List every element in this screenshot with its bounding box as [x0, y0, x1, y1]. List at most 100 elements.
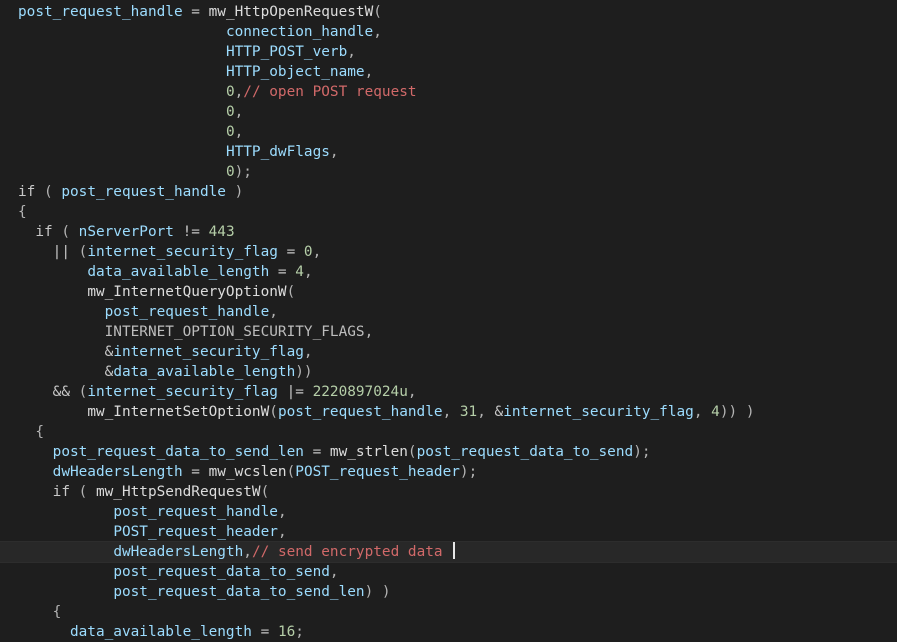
- code-token: 31: [459, 404, 478, 420]
- code-line[interactable]: if ( nServerPort != 443: [0, 222, 897, 242]
- code-line[interactable]: data_available_length = 4,: [0, 262, 897, 282]
- code-token: ,: [234, 84, 244, 100]
- code-token: ,: [329, 564, 339, 580]
- code-token: post_request_handle: [18, 4, 183, 20]
- code-token: !=: [173, 224, 209, 240]
- code-line[interactable]: HTTP_POST_verb,: [0, 42, 897, 62]
- code-line[interactable]: HTTP_dwFlags,: [0, 142, 897, 162]
- code-token: =: [182, 464, 209, 480]
- code-token: &: [104, 364, 114, 380]
- code-token: ,: [347, 44, 356, 60]
- code-token: =: [303, 444, 330, 460]
- code-token: ,: [364, 64, 374, 80]
- code-token: mw_InternetQueryOptionW: [87, 284, 287, 300]
- code-lines: post_request_handle = mw_HttpOpenRequest…: [0, 2, 897, 642]
- code-token: internet_security_flag: [113, 344, 304, 360]
- code-token: |=: [277, 384, 313, 400]
- code-line[interactable]: post_request_data_to_send_len) ): [0, 582, 897, 602]
- code-token: 4: [295, 264, 304, 280]
- code-line[interactable]: post_request_data_to_send_len = mw_strle…: [0, 442, 897, 462]
- code-token: mw_wcslen: [208, 464, 287, 480]
- code-token: if: [35, 224, 53, 240]
- code-line[interactable]: 0,// open POST request: [0, 82, 897, 102]
- code-line[interactable]: || (internet_security_flag = 0,: [0, 242, 897, 262]
- code-token: nServerPort: [78, 224, 174, 240]
- code-line[interactable]: {: [0, 202, 897, 222]
- code-line[interactable]: 0,: [0, 122, 897, 142]
- code-editor[interactable]: post_request_handle = mw_HttpOpenRequest…: [0, 0, 897, 642]
- code-token: HTTP_dwFlags: [225, 144, 330, 160]
- code-token: =: [251, 624, 278, 640]
- code-line[interactable]: HTTP_object_name,: [0, 62, 897, 82]
- code-token: ,: [329, 144, 339, 160]
- code-token: {: [52, 604, 62, 620]
- code-token: mw_InternetSetOptionW: [87, 404, 270, 420]
- code-token: );: [633, 444, 651, 460]
- code-token: post_request_data_to_send_len: [113, 584, 365, 600]
- code-token: post_request_data_to_send: [416, 444, 634, 460]
- code-token: 0: [303, 244, 313, 260]
- code-token: (: [69, 384, 88, 400]
- code-line[interactable]: data_available_length = 16;: [0, 622, 897, 642]
- code-line[interactable]: {: [0, 602, 897, 622]
- code-line[interactable]: dwHeadersLength = mw_wcslen(POST_request…: [0, 462, 897, 482]
- code-line[interactable]: POST_request_header,: [0, 522, 897, 542]
- code-token: (: [35, 184, 62, 200]
- code-line[interactable]: if ( mw_HttpSendRequestW(: [0, 482, 897, 502]
- code-line[interactable]: && (internet_security_flag |= 2220897024…: [0, 382, 897, 402]
- code-token: post_request_handle: [277, 404, 443, 420]
- code-token: // open POST request: [243, 84, 417, 100]
- code-token: mw_HttpOpenRequestW: [208, 4, 374, 20]
- code-line[interactable]: &internet_security_flag,: [0, 342, 897, 362]
- code-token: (: [407, 444, 417, 460]
- code-token: &: [104, 344, 114, 360]
- code-line[interactable]: post_request_handle,: [0, 302, 897, 322]
- code-token: {: [18, 204, 27, 220]
- code-token: (: [52, 224, 79, 240]
- code-line[interactable]: &data_available_length)): [0, 362, 897, 382]
- code-token: mw_strlen: [329, 444, 408, 460]
- code-line[interactable]: mw_InternetSetOptionW(post_request_handl…: [0, 402, 897, 422]
- text-cursor: [453, 542, 456, 559]
- code-line[interactable]: 0);: [0, 162, 897, 182]
- code-line[interactable]: post_request_handle,: [0, 502, 897, 522]
- code-token: ,: [303, 344, 313, 360]
- code-line[interactable]: INTERNET_OPTION_SECURITY_FLAGS,: [0, 322, 897, 342]
- code-token: &&: [52, 384, 70, 400]
- code-token: post_request_data_to_send: [113, 564, 330, 580]
- code-line[interactable]: post_request_data_to_send,: [0, 562, 897, 582]
- code-token: if: [18, 184, 36, 200]
- code-line-current[interactable]: dwHeadersLength,// send encrypted data: [0, 541, 897, 563]
- code-line[interactable]: 0,: [0, 102, 897, 122]
- code-token: 0: [225, 164, 235, 180]
- code-token: );: [234, 164, 252, 180]
- code-line[interactable]: mw_InternetQueryOptionW(: [0, 282, 897, 302]
- code-token: data_available_length: [87, 264, 270, 280]
- code-line[interactable]: connection_handle,: [0, 22, 897, 42]
- code-token: POST_request_header: [113, 524, 278, 540]
- code-token: ,: [407, 384, 417, 400]
- code-token: =: [277, 244, 304, 260]
- code-token: connection_handle: [225, 24, 374, 40]
- code-token: )) ): [719, 404, 755, 420]
- code-token: INTERNET_OPTION_SECURITY_FLAGS: [104, 324, 365, 340]
- code-line[interactable]: post_request_handle = mw_HttpOpenRequest…: [0, 2, 897, 22]
- code-line[interactable]: {: [0, 422, 897, 442]
- code-token: ,: [234, 124, 244, 140]
- code-token: ,: [277, 524, 287, 540]
- code-line[interactable]: if ( post_request_handle ): [0, 182, 897, 202]
- code-token: )): [295, 364, 313, 380]
